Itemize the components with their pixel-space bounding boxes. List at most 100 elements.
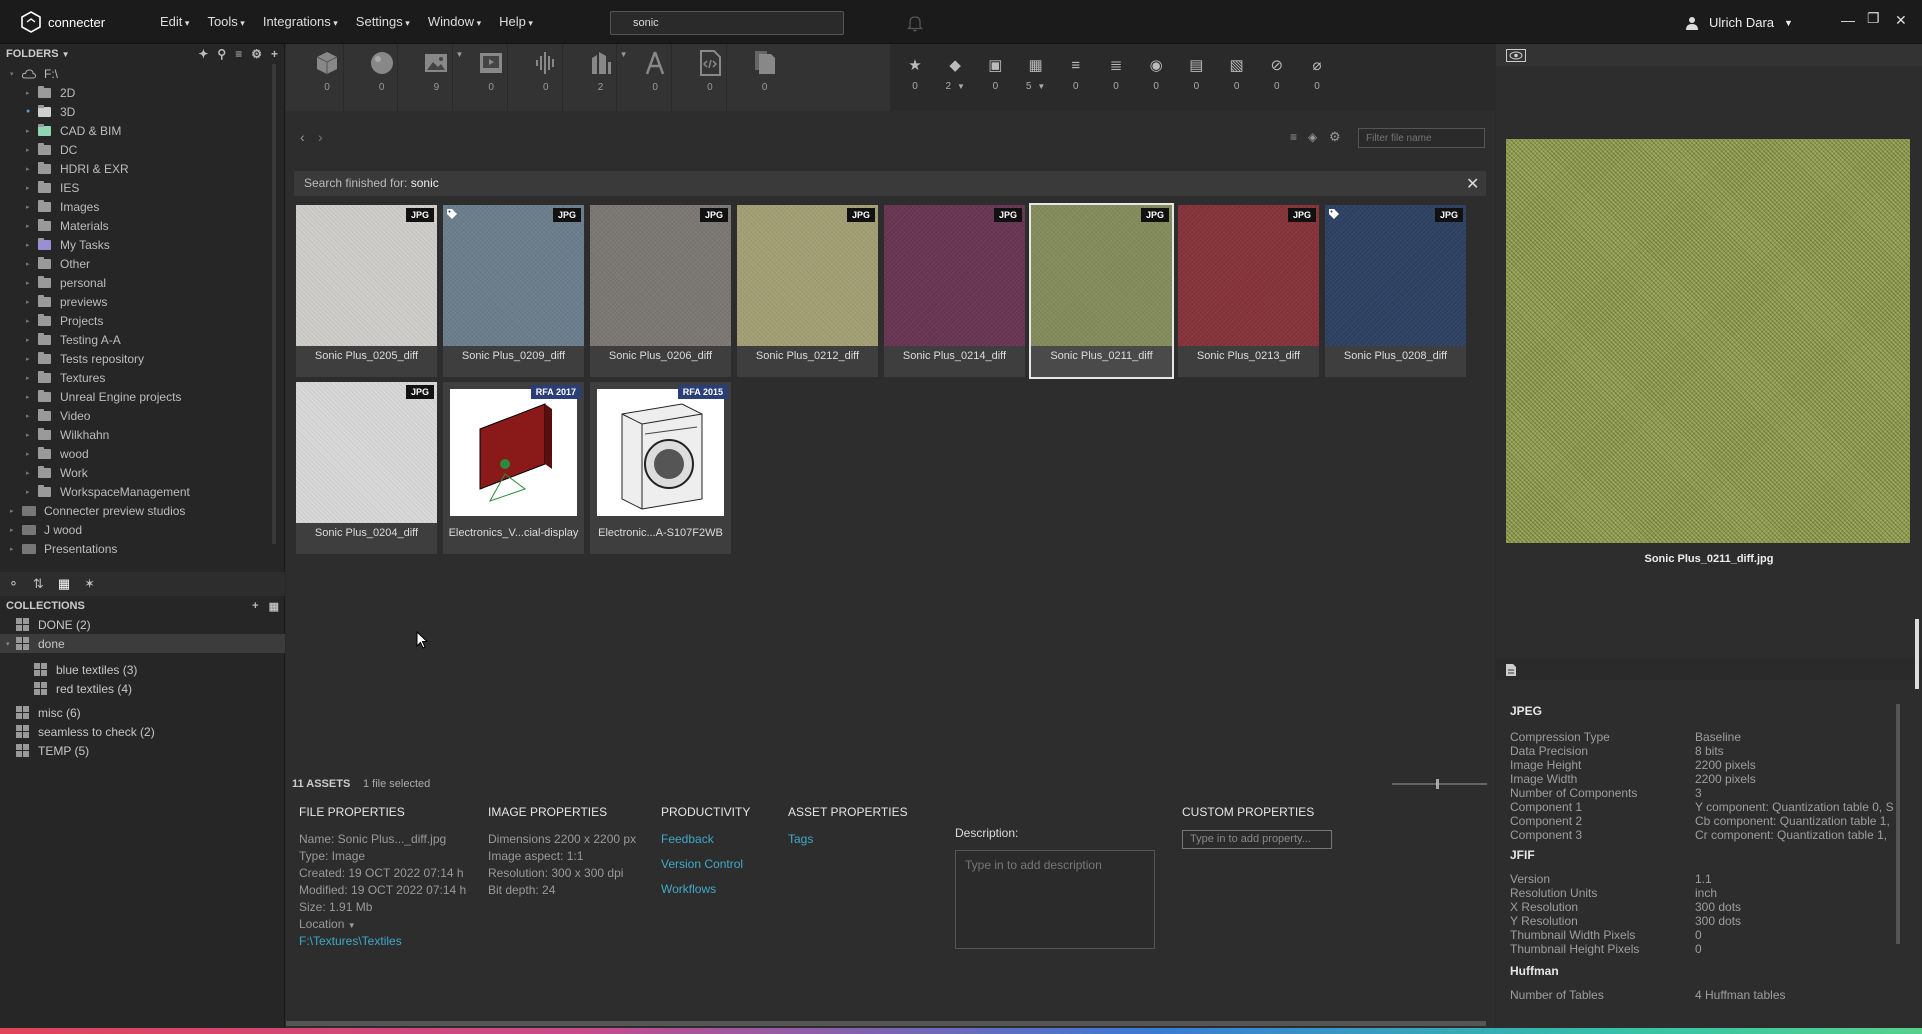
expand-icon[interactable]: ▸	[26, 89, 38, 97]
expand-icon[interactable]: ▸	[26, 393, 38, 401]
menu-edit[interactable]: Edit	[160, 14, 189, 29]
graph-icon[interactable]: ✶	[84, 576, 95, 592]
view-settings-icon[interactable]: ⚙	[1329, 129, 1341, 145]
search-input[interactable]	[610, 11, 844, 35]
close-window-icon[interactable]: ✕	[1895, 12, 1907, 29]
panel-scrollbar[interactable]	[1915, 619, 1919, 689]
expand-icon[interactable]: ▸	[26, 412, 38, 420]
menu-tools[interactable]: Tools	[207, 14, 244, 29]
filter-file-name-input[interactable]	[1358, 128, 1485, 148]
folder-item[interactable]: ▸ IES	[10, 178, 284, 197]
view-toggle-star[interactable]: ★ 0	[895, 58, 935, 93]
expand-icon[interactable]: ▸	[10, 526, 22, 534]
folder-item[interactable]: ▸ wood	[10, 444, 284, 463]
version-control-link[interactable]: Version Control	[661, 857, 750, 882]
settings-icon[interactable]: ⚙	[251, 47, 262, 61]
collection-item[interactable]: misc (6)	[0, 703, 285, 722]
folder-item[interactable]: ▸ Materials	[10, 216, 284, 235]
expand-icon[interactable]: ●	[26, 108, 38, 115]
menu-window[interactable]: Window	[428, 14, 481, 29]
back-arrow-icon[interactable]: ‹	[300, 129, 305, 145]
folder-item[interactable]: ▸ Work	[10, 463, 284, 482]
menu-integrations[interactable]: Integrations	[263, 14, 338, 29]
custom-property-input[interactable]: Type in to add property...	[1182, 830, 1332, 849]
collection-item[interactable]: TEMP (5)	[0, 741, 285, 760]
close-search-icon[interactable]: ✕	[1466, 174, 1479, 194]
root-folder-item[interactable]: ▸ Connecter preview studios	[10, 501, 284, 520]
asset-tile[interactable]: JPG Sonic Plus_0209_diff	[443, 205, 584, 377]
restore-icon[interactable]: ❐	[1867, 10, 1880, 27]
view-toggle-grid[interactable]: ▦ 5 ▼	[1016, 58, 1056, 93]
root-folder-item[interactable]: ▸ J wood	[10, 520, 284, 539]
search-folders-icon[interactable]: ⚲	[217, 47, 226, 61]
folder-item[interactable]: ▸ CAD & BIM	[10, 121, 284, 140]
root-folder-item[interactable]: ▸ Presentations	[10, 539, 284, 556]
new-collection-grid-icon[interactable]: ▦	[269, 600, 279, 614]
user-menu[interactable]: Ulrich Dara ▼	[1685, 15, 1793, 30]
folder-item[interactable]: ▸ Other	[10, 254, 284, 273]
thumbnail-size-slider[interactable]	[1392, 779, 1487, 789]
folder-item[interactable]: ▸ 2D	[10, 83, 284, 102]
asset-tile[interactable]: RFA 2017 Electronics_V...cial-display	[443, 382, 584, 554]
view-toggle-align[interactable]: ≣ 0	[1096, 58, 1136, 93]
expand-icon[interactable]: ▸	[26, 374, 38, 382]
view-toggle-camera[interactable]: ◉ 0	[1136, 58, 1176, 93]
expand-icon[interactable]: ▸	[26, 127, 38, 135]
asset-tile[interactable]: JPG Sonic Plus_0204_diff	[296, 382, 437, 554]
folder-root[interactable]: ▾ F:\	[10, 64, 284, 83]
collection-item[interactable]: DONE (2)	[0, 615, 285, 634]
asset-tile[interactable]: JPG Sonic Plus_0212_diff	[737, 205, 878, 377]
asset-tile[interactable]: JPG Sonic Plus_0208_diff	[1325, 205, 1466, 377]
tags-link[interactable]: Tags	[788, 832, 908, 849]
collection-item[interactable]: ▾ done	[0, 634, 285, 653]
metadata-scrollbar-thumb[interactable]	[1896, 704, 1900, 944]
sort-list-icon[interactable]: ≡	[1290, 130, 1297, 144]
folder-item[interactable]: ▸ HDRI & EXR	[10, 159, 284, 178]
asset-tile[interactable]: JPG Sonic Plus_0205_diff	[296, 205, 437, 377]
asset-tile[interactable]: JPG Sonic Plus_0206_diff	[590, 205, 731, 377]
hierarchy-icon[interactable]: ⇅	[33, 576, 44, 592]
add-folder-icon[interactable]: +	[271, 47, 278, 61]
view-toggle-list[interactable]: ≡ 0	[1056, 58, 1096, 93]
folder-item[interactable]: ▸ previews	[10, 292, 284, 311]
folder-item[interactable]: ▸ DC	[10, 140, 284, 159]
expand-icon[interactable]: ▸	[26, 260, 38, 268]
slider-handle[interactable]	[1436, 779, 1439, 789]
expand-icon[interactable]: ▸	[26, 488, 38, 496]
expand-icon[interactable]: ▸	[26, 355, 38, 363]
menu-settings[interactable]: Settings	[356, 14, 410, 29]
bell-icon[interactable]	[906, 14, 924, 32]
document-info-icon[interactable]	[1505, 663, 1517, 677]
folder-item[interactable]: ▸ Wilkhahn	[10, 425, 284, 444]
panel-splitter[interactable]	[272, 64, 276, 544]
collection-item[interactable]: seamless to check (2)	[0, 722, 285, 741]
collections-grid-icon[interactable]: ▦	[58, 576, 70, 592]
expand-icon[interactable]: ▸	[10, 507, 22, 515]
expand-icon[interactable]: ▸	[10, 545, 22, 553]
folder-item[interactable]: ▸ Unreal Engine projects	[10, 387, 284, 406]
horizontal-scrollbar[interactable]	[286, 1021, 1486, 1026]
menu-help[interactable]: Help	[499, 14, 533, 29]
collection-item[interactable]: red textiles (4)	[0, 679, 285, 698]
folder-item[interactable]: ▸ personal	[10, 273, 284, 292]
view-toggle-split[interactable]: ▧ 0	[1217, 58, 1257, 93]
folder-item[interactable]: ▸ Projects	[10, 311, 284, 330]
expand-icon[interactable]: ▸	[26, 279, 38, 287]
collection-item[interactable]: blue textiles (3)	[0, 660, 285, 679]
expand-icon[interactable]: ▸	[26, 336, 38, 344]
asset-tile[interactable]: JPG Sonic Plus_0214_diff	[884, 205, 1025, 377]
expand-icon[interactable]: ▸	[26, 298, 38, 306]
expand-icon[interactable]: ▸	[26, 450, 38, 458]
folder-item[interactable]: ▸ Tests repository	[10, 349, 284, 368]
eye-icon[interactable]	[1506, 49, 1526, 62]
folder-item[interactable]: ▸ Video	[10, 406, 284, 425]
view-toggle-tag[interactable]: ◆ 2 ▼	[935, 58, 975, 93]
forward-arrow-icon[interactable]: ›	[318, 129, 323, 145]
folder-item[interactable]: ▸ Testing A-A	[10, 330, 284, 349]
expand-icon[interactable]: ▸	[26, 165, 38, 173]
folder-item[interactable]: ▸ Images	[10, 197, 284, 216]
asset-tile[interactable]: JPG Sonic Plus_0211_diff	[1029, 203, 1174, 379]
tag-icon[interactable]: ⚬	[8, 576, 19, 592]
expand-icon[interactable]: ▸	[26, 203, 38, 211]
dropdown-arrow-icon[interactable]: ▼	[1037, 82, 1045, 91]
